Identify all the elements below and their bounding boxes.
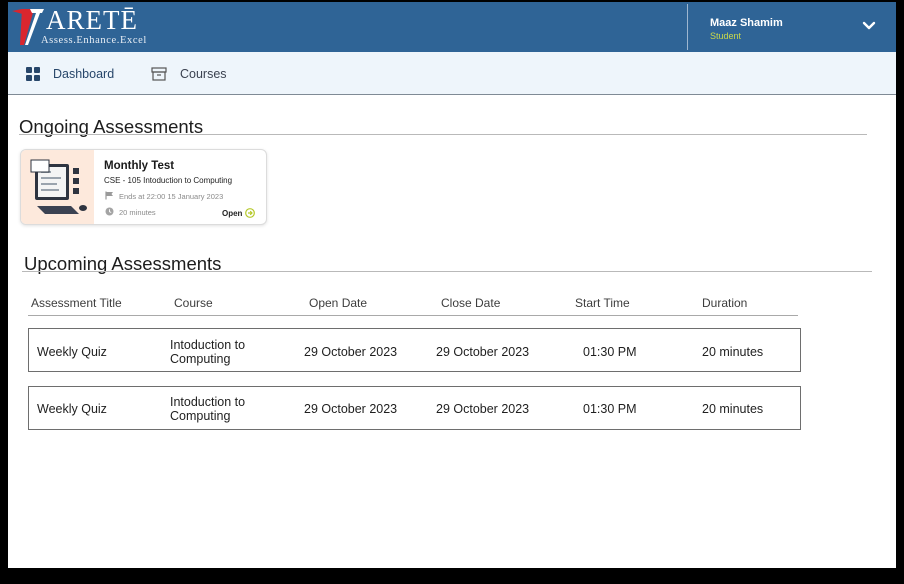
nav-bar: Dashboard Courses (8, 52, 896, 95)
computer-illustration-icon (30, 159, 87, 214)
cell-course-line1: Intoduction to (170, 338, 246, 352)
arrow-right-circle-icon (245, 208, 256, 218)
column-header-duration: Duration (702, 296, 748, 310)
chevron-down-icon[interactable] (862, 21, 876, 31)
top-header: ARETĒ Assess.Enhance.Excel Maaz Shamim S… (8, 2, 896, 52)
archive-box-icon (151, 66, 167, 81)
cell-start-time: 01:30 PM (583, 345, 637, 359)
clock-icon (105, 207, 114, 216)
open-label: Open (222, 208, 243, 218)
card-title: Monthly Test (104, 160, 175, 172)
cell-title: Weekly Quiz (37, 345, 107, 359)
brand-name: ARETĒ (46, 5, 138, 35)
brand-logo[interactable]: ARETĒ Assess.Enhance.Excel (8, 2, 158, 52)
table-row[interactable]: Weekly Quiz Intoduction to Computing 29 … (28, 328, 801, 372)
cell-open-date: 29 October 2023 (304, 345, 398, 359)
table-header: Assessment Title Course Open Date Close … (28, 294, 798, 316)
app-window: ARETĒ Assess.Enhance.Excel Maaz Shamim S… (8, 2, 896, 568)
nav-item-label: Courses (180, 66, 227, 81)
cell-close-date: 29 October 2023 (436, 402, 530, 416)
assessment-card[interactable]: Monthly Test CSE - 105 Intoduction to Co… (20, 149, 267, 225)
user-role: Student (710, 31, 742, 41)
flag-icon (105, 191, 113, 200)
nav-item-courses[interactable]: Courses (151, 52, 227, 95)
dashboard-grid-icon (26, 66, 40, 81)
user-name: Maaz Shamim (710, 17, 783, 29)
open-assessment-button[interactable]: Open (222, 208, 256, 218)
column-header-close-date: Close Date (441, 296, 501, 310)
column-header-title: Assessment Title (31, 296, 122, 310)
upcoming-section-rule (22, 271, 872, 272)
nav-item-dashboard[interactable]: Dashboard (26, 52, 114, 95)
column-header-start-time: Start Time (575, 296, 630, 310)
cell-course-line2: Computing (170, 409, 231, 423)
column-header-open-date: Open Date (309, 296, 368, 310)
cell-duration: 20 minutes (702, 345, 764, 359)
card-end-time: Ends at 22:00 15 January 2023 (119, 192, 224, 201)
cell-close-date: 29 October 2023 (436, 345, 530, 359)
column-header-course: Course (174, 296, 213, 310)
cell-duration: 20 minutes (702, 402, 764, 416)
cell-open-date: 29 October 2023 (304, 402, 398, 416)
assessment-illustration (21, 150, 94, 224)
card-course: CSE - 105 Intoduction to Computing (104, 176, 233, 185)
table-row[interactable]: Weekly Quiz Intoduction to Computing 29 … (28, 386, 801, 430)
header-divider (687, 4, 688, 50)
cell-start-time: 01:30 PM (583, 402, 637, 416)
card-duration: 20 minutes (119, 208, 156, 217)
cell-course-line2: Computing (170, 352, 231, 366)
cell-course-line1: Intoduction to (170, 395, 246, 409)
ongoing-section-rule (19, 134, 867, 135)
brand-tagline: Assess.Enhance.Excel (41, 35, 147, 46)
cell-title: Weekly Quiz (37, 402, 107, 416)
nav-item-label: Dashboard (53, 66, 115, 81)
